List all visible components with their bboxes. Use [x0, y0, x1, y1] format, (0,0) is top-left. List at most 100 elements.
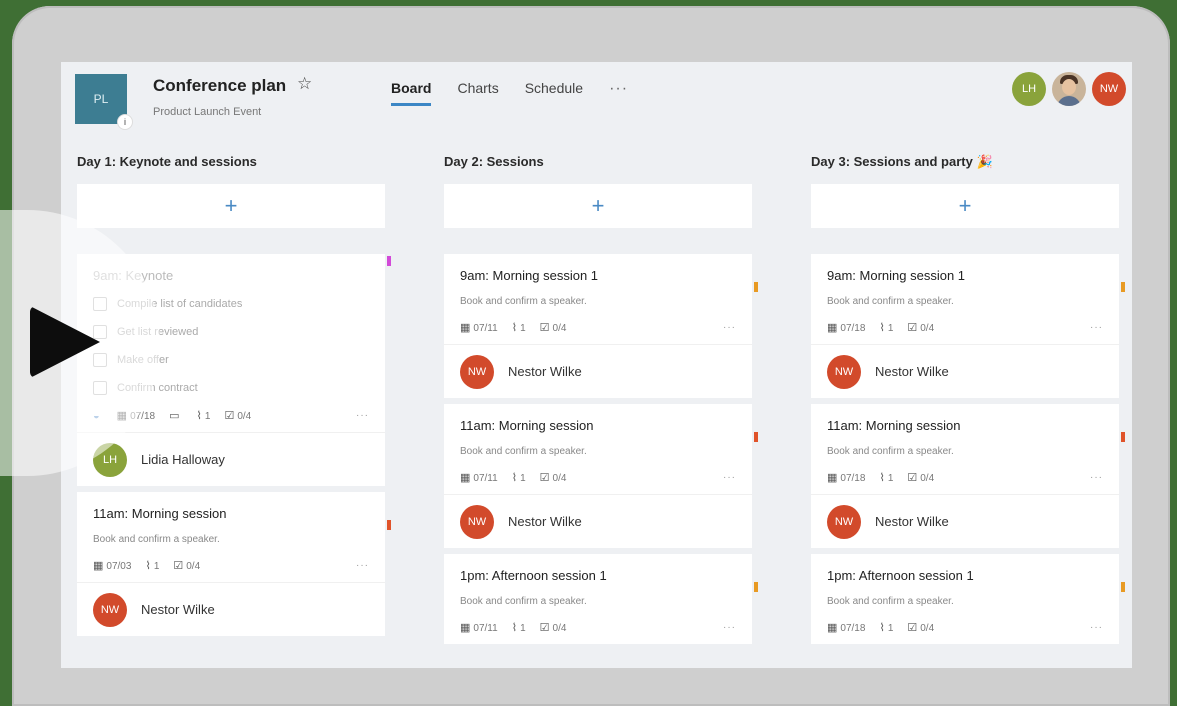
tab-charts[interactable]: Charts	[457, 80, 498, 104]
attachment-count: 1	[204, 411, 211, 422]
paperclip-icon: ⌇	[511, 322, 518, 334]
add-task-button[interactable]: +	[444, 184, 752, 228]
assignee-name: Nestor Wilke	[875, 514, 949, 529]
assignee[interactable]: NW Nestor Wilke	[444, 494, 752, 548]
add-task-button[interactable]: +	[77, 184, 385, 228]
bucket-day-2: Day 2: Sessions + 9am: Morning session 1…	[444, 154, 758, 644]
assignee-name: Lidia Halloway	[141, 452, 225, 467]
assignee-name: Nestor Wilke	[508, 364, 582, 379]
task-title: 1pm: Afternoon session 1	[460, 568, 607, 583]
more-icon[interactable]: ···	[723, 622, 736, 633]
task-meta: ▦ 07/11 ⌇ 1 ☑ 0/4 ···	[460, 471, 736, 484]
task-meta: ▦ 07/03 ⌇ 1 ☑ 0/4 ···	[93, 559, 369, 572]
task-card[interactable]: 11am: Morning session Book and confirm a…	[811, 404, 1125, 548]
task-title: 9am: Morning session 1	[460, 268, 599, 283]
checklist-count: 0/4	[552, 323, 567, 334]
checklist-count: 0/4	[552, 473, 567, 484]
checklist-count: 0/4	[920, 323, 935, 334]
assignee[interactable]: NW Nestor Wilke	[811, 344, 1119, 398]
more-icon[interactable]: ···	[1090, 622, 1103, 633]
assignee[interactable]: NW Nestor Wilke	[811, 494, 1119, 548]
checklist-icon: ☑	[539, 472, 550, 484]
comment-icon: ▭	[169, 410, 180, 422]
bucket-title: Day 1: Keynote and sessions	[77, 154, 257, 169]
checklist-icon: ☑	[539, 622, 550, 634]
attachment-count: 1	[153, 561, 160, 572]
assignee[interactable]: NW Nestor Wilke	[444, 344, 752, 398]
avatar[interactable]: NW	[1092, 72, 1126, 106]
checklist-count: 0/4	[237, 411, 252, 422]
task-meta: ▦ 07/18 ⌇ 1 ☑ 0/4 ···	[827, 621, 1103, 634]
paperclip-icon: ⌇	[511, 472, 518, 484]
assignee-name: Nestor Wilke	[508, 514, 582, 529]
checklist-icon: ☑	[539, 322, 550, 334]
task-title: 11am: Morning session	[93, 506, 227, 521]
more-icon[interactable]: ···	[1090, 472, 1103, 483]
calendar-icon: ▦	[93, 560, 104, 572]
task-card[interactable]: 11am: Morning session Book and confirm a…	[77, 492, 391, 636]
avatar[interactable]	[1052, 72, 1086, 106]
paperclip-icon: ⌇	[145, 560, 151, 572]
checklist-icon: ☑	[224, 410, 235, 422]
label-flag	[1121, 582, 1125, 592]
assignee-name: Nestor Wilke	[875, 364, 949, 379]
attachment-count: 1	[520, 623, 526, 634]
paperclip-icon: ⌇	[879, 622, 885, 634]
label-flag	[387, 256, 391, 266]
due-date: 07/18	[840, 473, 866, 484]
member-avatars: LH NW	[1012, 72, 1126, 106]
tab-schedule[interactable]: Schedule	[525, 80, 583, 104]
task-card[interactable]: 1pm: Afternoon session 1 Book and confir…	[444, 554, 758, 644]
more-icon[interactable]: ···	[609, 80, 628, 104]
avatar[interactable]: LH	[1012, 72, 1046, 106]
assignee-name: Nestor Wilke	[141, 602, 215, 617]
checklist-icon: ☑	[907, 322, 918, 334]
avatar: NW	[460, 504, 494, 539]
due-date: 07/11	[473, 323, 498, 334]
calendar-icon: ▦	[827, 322, 838, 334]
avatar: NW	[93, 592, 127, 627]
task-meta: ▦ 07/11 ⌇ 1 ☑ 0/4 ···	[460, 621, 736, 634]
more-icon[interactable]: ···	[356, 410, 369, 421]
task-card[interactable]: 9am: Morning session 1 Book and confirm …	[811, 254, 1125, 398]
attachment-count: 1	[520, 473, 526, 484]
due-date: 07/11	[473, 623, 498, 634]
paperclip-icon: ⌇	[879, 322, 885, 334]
attachment-count: 1	[887, 323, 894, 334]
more-icon[interactable]: ···	[356, 560, 369, 571]
star-icon[interactable]: ☆	[297, 74, 312, 94]
checklist-count: 0/4	[552, 623, 567, 634]
avatar: NW	[460, 354, 494, 389]
plan-tile[interactable]: PL i	[75, 74, 133, 130]
task-meta: ▦ 07/11 ⌇ 1 ☑ 0/4 ···	[460, 321, 736, 334]
task-description: Book and confirm a speaker.	[827, 446, 954, 457]
task-card[interactable]: 11am: Morning session Book and confirm a…	[444, 404, 758, 548]
attachment-count: 1	[520, 323, 526, 334]
label-flag	[1121, 432, 1125, 442]
tab-board[interactable]: Board	[391, 80, 432, 106]
plan-initials: PL	[93, 92, 109, 106]
calendar-icon: ▦	[460, 472, 471, 484]
more-icon[interactable]: ···	[723, 322, 736, 333]
add-task-button[interactable]: +	[811, 184, 1119, 228]
task-description: Book and confirm a speaker.	[827, 296, 954, 307]
page-subtitle: Product Launch Event	[153, 106, 262, 118]
info-icon[interactable]: i	[117, 114, 133, 130]
task-card[interactable]: 1pm: Afternoon session 1 Book and confir…	[811, 554, 1125, 644]
play-icon[interactable]	[30, 306, 100, 378]
label-flag	[754, 282, 758, 292]
label-flag	[1121, 282, 1125, 292]
task-card[interactable]: 9am: Morning session 1 Book and confirm …	[444, 254, 758, 398]
task-description: Book and confirm a speaker.	[93, 534, 220, 545]
calendar-icon: ▦	[460, 622, 471, 634]
attachment-count: 1	[887, 473, 894, 484]
avatar: NW	[827, 354, 861, 389]
bucket-day-3: Day 3: Sessions and party 🎉 + 9am: Morni…	[811, 154, 1125, 644]
due-date: 07/03	[106, 561, 132, 572]
assignee[interactable]: NW Nestor Wilke	[77, 582, 385, 636]
more-icon[interactable]: ···	[723, 472, 736, 483]
task-title: 11am: Morning session	[460, 418, 594, 433]
assignee[interactable]: LH Lidia Halloway	[77, 432, 385, 486]
checklist-icon: ☑	[907, 472, 918, 484]
more-icon[interactable]: ···	[1090, 322, 1103, 333]
